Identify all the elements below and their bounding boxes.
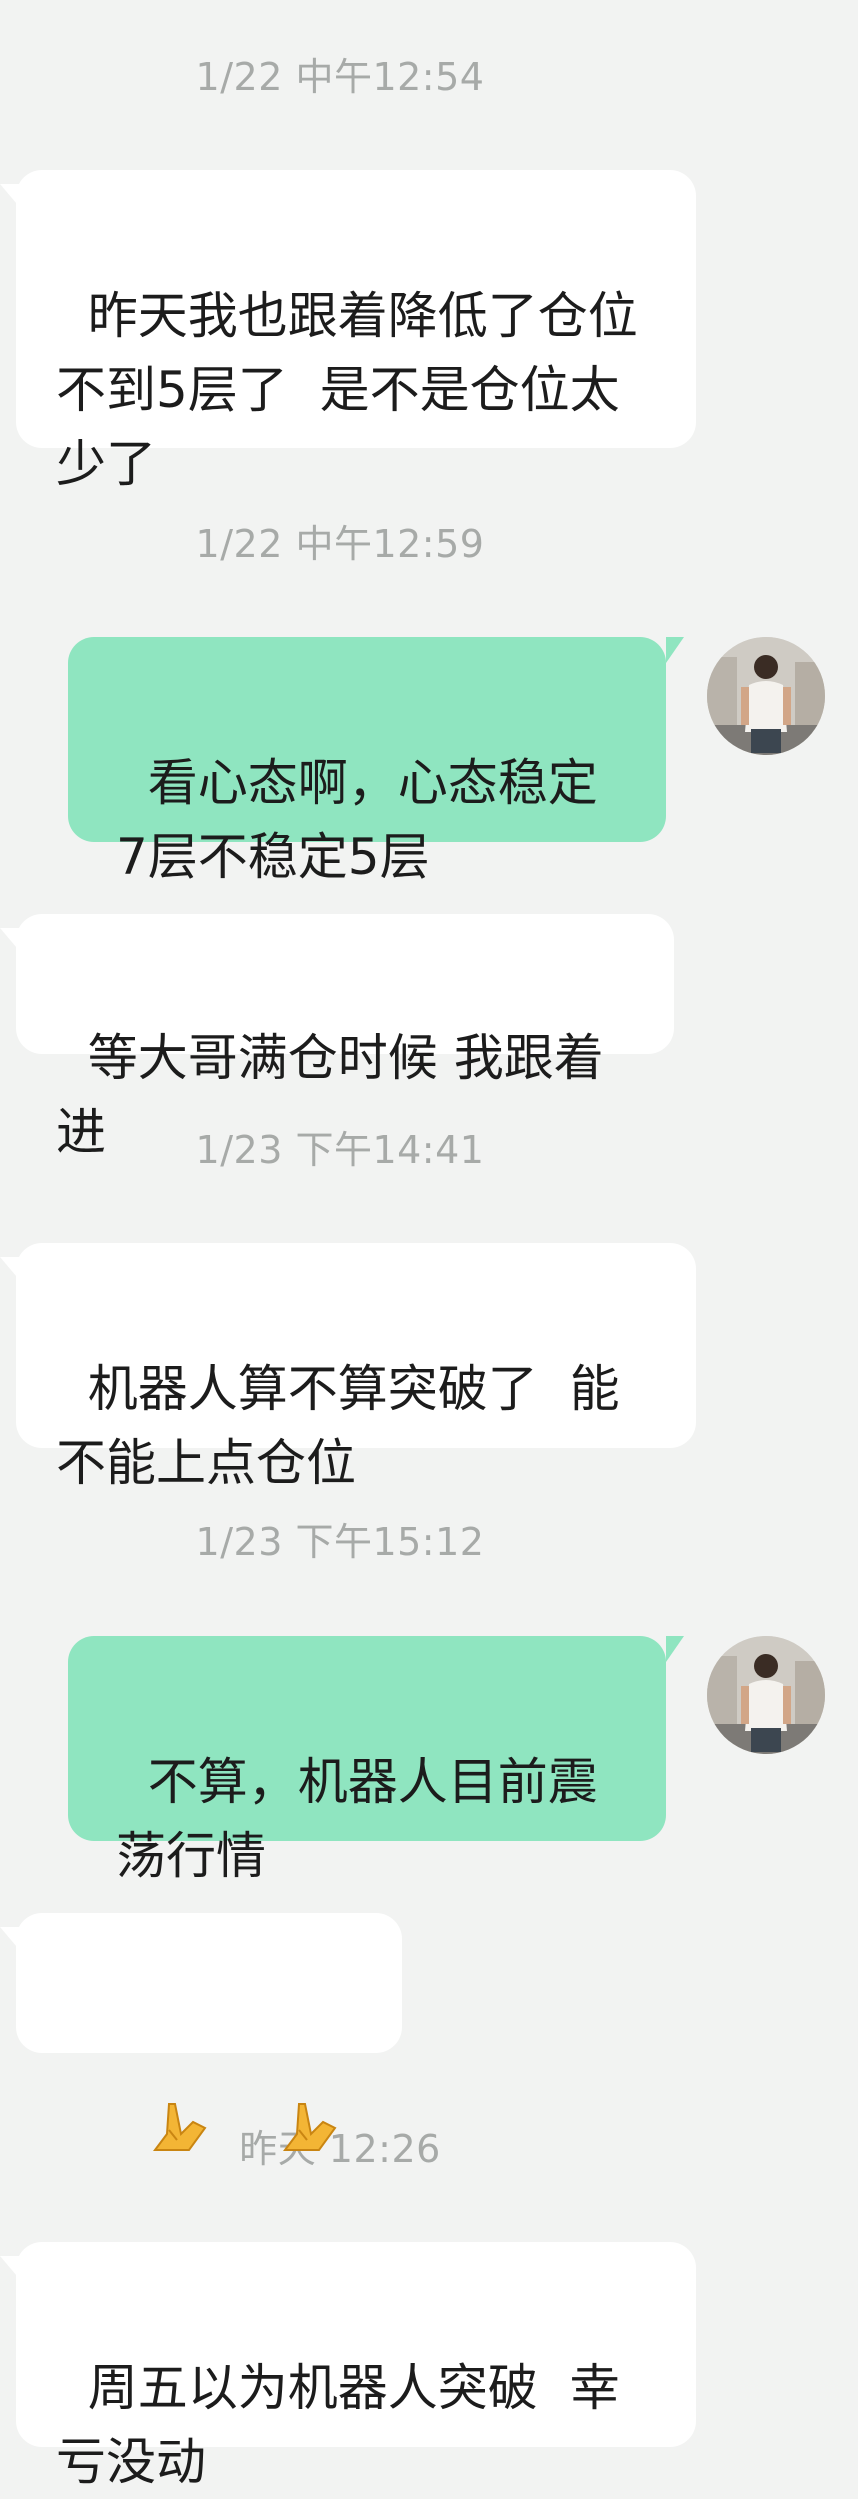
- timestamp: 1/23 下午15:12: [195, 1520, 485, 1564]
- user-avatar-icon: [707, 1636, 825, 1754]
- timestamp: 1/22 中午12:59: [195, 522, 485, 566]
- user-avatar-icon: [707, 637, 825, 755]
- avatar[interactable]: [707, 637, 825, 755]
- message-text: 看心态啊，心态稳定7层不稳定5层: [116, 754, 598, 886]
- incoming-message-bubble[interactable]: 等大哥满仓时候 我跟着进: [0, 914, 674, 1161]
- avatar[interactable]: [707, 1636, 825, 1754]
- message-text: 昨天我也跟着降低了仓位不到5层了 是不是仓位太少了: [56, 287, 638, 493]
- incoming-message-bubble[interactable]: 没动: [0, 1913, 402, 2394]
- timestamp: 1/22 中午12:54: [195, 55, 485, 99]
- outgoing-message-bubble[interactable]: 看心态啊，心态稳定7层不稳定5层: [68, 637, 684, 886]
- incoming-message-bubble[interactable]: 机器人算不算突破了 能不能上点仓位: [0, 1243, 696, 1492]
- message-text: 周五以为机器人突破 幸亏没动: [56, 2359, 620, 2491]
- outgoing-message-bubble[interactable]: 不算，机器人目前震荡行情: [68, 1636, 684, 1885]
- pray-emoji-icon: [86, 2020, 212, 2250]
- message-text: 不算，机器人目前震荡行情: [116, 1753, 598, 1885]
- pray-emoji-icon: [215, 2020, 341, 2250]
- message-text: 机器人算不算突破了 能不能上点仓位: [56, 1360, 620, 1492]
- incoming-message-bubble[interactable]: 周五以为机器人突破 幸亏没动: [0, 2242, 696, 2491]
- incoming-message-bubble[interactable]: 昨天我也跟着降低了仓位不到5层了 是不是仓位太少了: [0, 170, 696, 493]
